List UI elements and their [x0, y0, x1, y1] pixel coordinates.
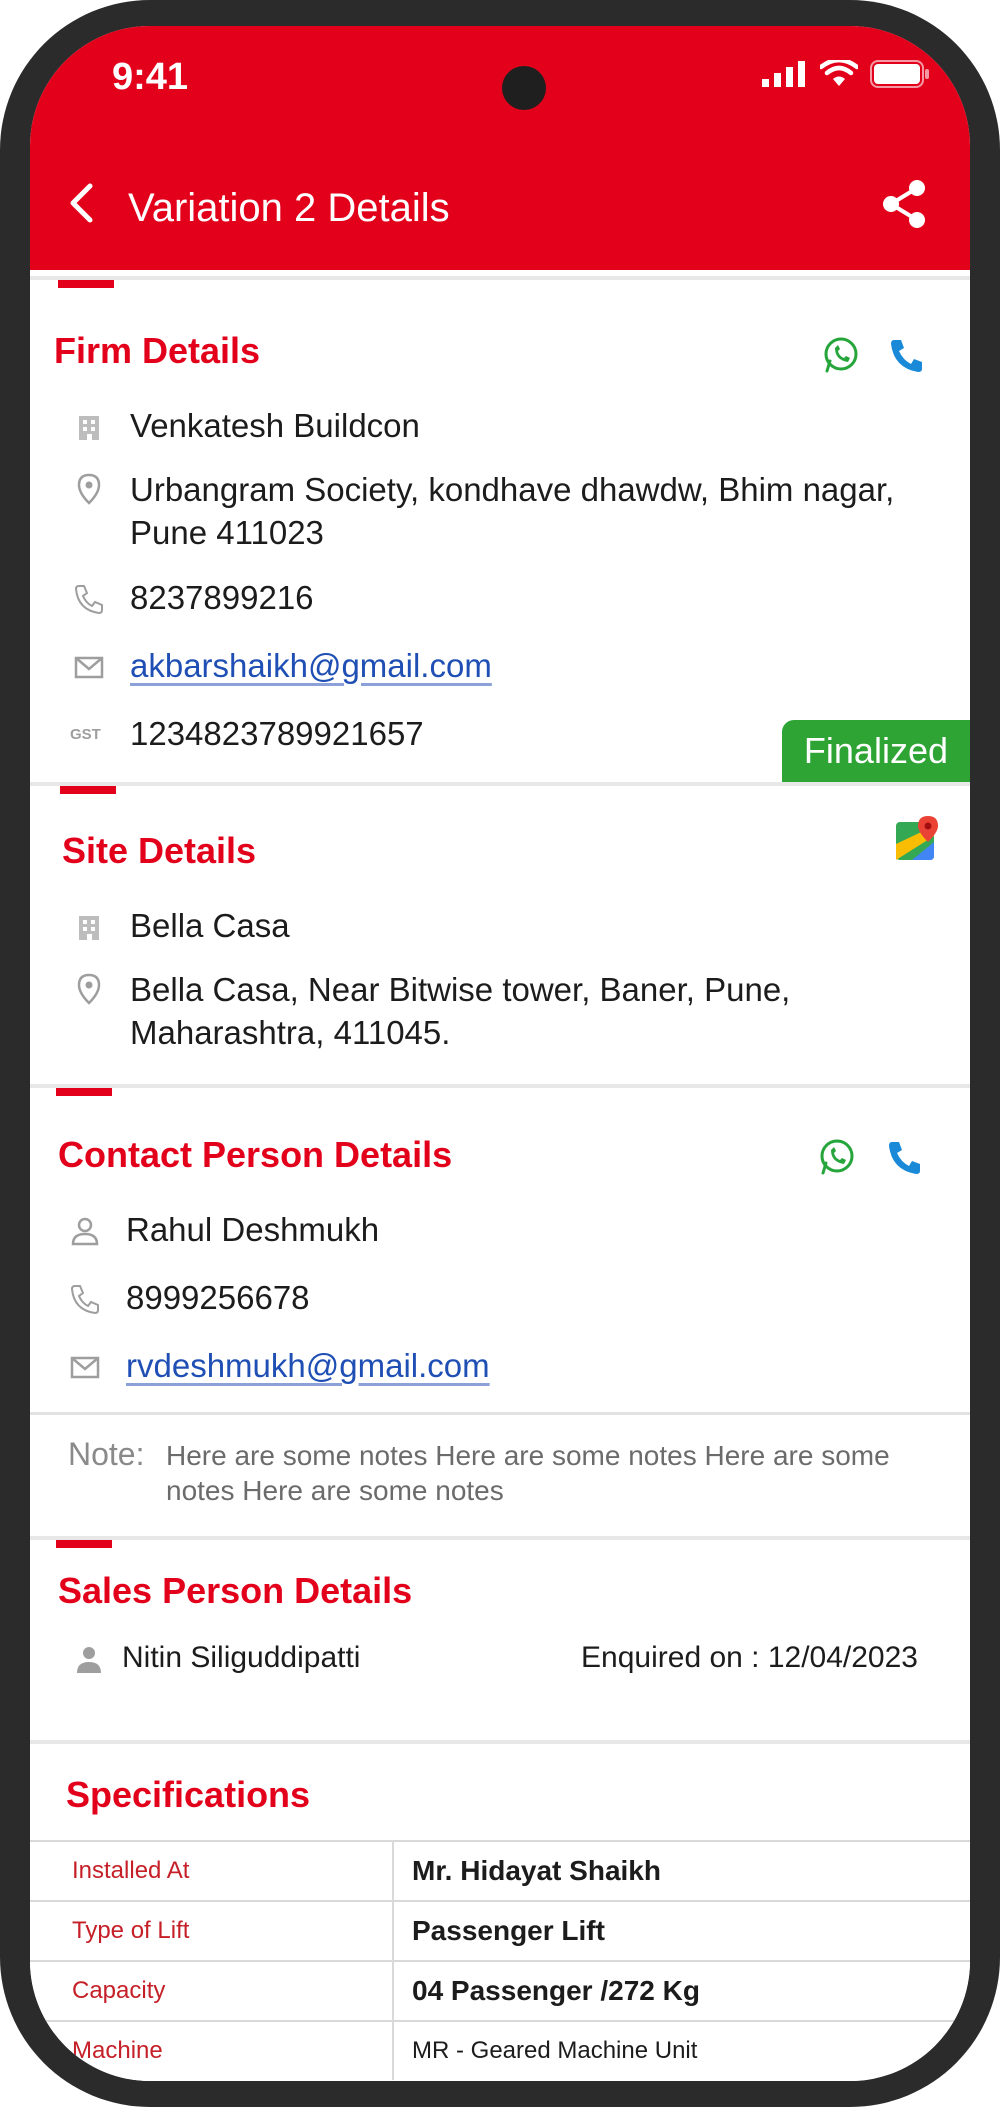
whatsapp-icon[interactable]: [822, 336, 860, 374]
firm-gst: 1234823789921657: [130, 715, 424, 752]
whatsapp-icon[interactable]: [818, 1138, 856, 1176]
status-badge: Finalized: [781, 720, 970, 782]
site-address: Bella Casa, Near Bitwise tower, Baner, P…: [130, 971, 791, 1051]
spec-value: Mr. Hidayat Shaikh: [393, 1840, 970, 1901]
phone-icon: [70, 1285, 99, 1315]
spec-value: MR - Geared Machine Unit: [393, 2020, 970, 2080]
table-row: Type of Lift Passenger Lift: [30, 1900, 970, 1961]
gst-label: GST: [70, 726, 101, 743]
phone-call-icon[interactable]: [888, 336, 926, 374]
contact-email[interactable]: rvdeshmukh@gmail.com: [126, 1344, 490, 1387]
firm-details-card: Firm Details Venkatesh Buildcon Urbangra…: [30, 280, 970, 782]
spec-label: Installed At: [30, 1840, 394, 1901]
section-accent: [60, 786, 116, 794]
site-name: Bella Casa: [130, 907, 290, 944]
firm-details-title: Firm Details: [54, 330, 261, 371]
mail-icon: [74, 656, 104, 679]
camera-cutout: [502, 66, 546, 110]
phone-frame: 9:41 Variation 2 Details Firm Details Ve…: [0, 0, 1000, 2107]
building-icon: [79, 416, 99, 440]
section-accent: [56, 1088, 112, 1096]
specifications-title: Specifications: [66, 1774, 311, 1815]
contact-name: Rahul Deshmukh: [126, 1211, 380, 1248]
contact-details-card: Contact Person Details Rahul Deshmukh 89…: [30, 1088, 970, 1536]
phone-call-icon[interactable]: [886, 1138, 924, 1176]
contact-phone[interactable]: 8999256678: [126, 1276, 310, 1319]
specifications-table: Installed At Mr. Hidayat Shaikh Type of …: [30, 1840, 970, 2080]
site-details-card: Site Details Bella Casa Bella Casa, Near…: [30, 786, 970, 1084]
firm-address: Urbangram Society, kondhave dhawdw, Bhim…: [130, 471, 895, 551]
battery-icon: [870, 60, 929, 88]
app-bar: Variation 2 Details: [30, 134, 970, 270]
section-accent: [58, 280, 114, 288]
firm-email[interactable]: akbarshaikh@gmail.com: [130, 644, 492, 687]
page-title: Variation 2 Details: [128, 186, 450, 230]
status-time: 9:41: [112, 56, 189, 98]
firm-phone[interactable]: 8237899216: [130, 576, 314, 619]
note-text: Here are some notes Here are some notes …: [166, 1440, 890, 1506]
spec-value: 04 Passenger /272 Kg: [393, 1960, 970, 2021]
user-icon: [71, 1217, 99, 1246]
enquired-date: Enquired on : 12/04/2023: [581, 1641, 918, 1674]
site-details-title: Site Details: [62, 830, 257, 871]
spec-label: Machine: [30, 2020, 394, 2080]
firm-name: Venkatesh Buildcon: [130, 407, 420, 444]
back-arrow-icon[interactable]: [58, 178, 108, 228]
map-icon[interactable]: [892, 814, 940, 862]
spec-label: Capacity: [30, 1960, 394, 2021]
mail-icon: [70, 1356, 100, 1379]
table-row: Capacity 04 Passenger /272 Kg: [30, 1960, 970, 2021]
wifi-icon: [820, 60, 858, 86]
status-bar: 9:41: [30, 26, 970, 134]
user-icon: [77, 1647, 101, 1673]
specifications-card: Specifications Installed At Mr. Hidayat …: [30, 1744, 970, 2081]
location-pin-icon: [77, 973, 101, 1005]
note-label: Note:: [68, 1436, 145, 1472]
spec-value: Passenger Lift: [393, 1900, 970, 1961]
sales-person-name: Nitin Siliguddipatti: [122, 1641, 361, 1674]
section-accent: [56, 1540, 112, 1548]
signal-icon: [762, 61, 805, 87]
status-icons: [762, 60, 930, 88]
table-row: Installed At Mr. Hidayat Shaikh: [30, 1840, 970, 1901]
location-pin-icon: [77, 473, 101, 505]
contact-details-title: Contact Person Details: [58, 1134, 453, 1175]
share-icon[interactable]: [878, 178, 930, 230]
phone-icon: [74, 585, 103, 615]
screen: 9:41 Variation 2 Details Firm Details Ve…: [30, 26, 970, 2081]
spec-label: Type of Lift: [30, 1900, 394, 1961]
table-row: Machine MR - Geared Machine Unit: [30, 2020, 970, 2080]
divider: [30, 1412, 970, 1415]
sales-details-title: Sales Person Details: [58, 1570, 413, 1611]
building-icon: [79, 916, 99, 940]
sales-details-card: Sales Person Details Nitin Siliguddipatt…: [30, 1540, 970, 1740]
